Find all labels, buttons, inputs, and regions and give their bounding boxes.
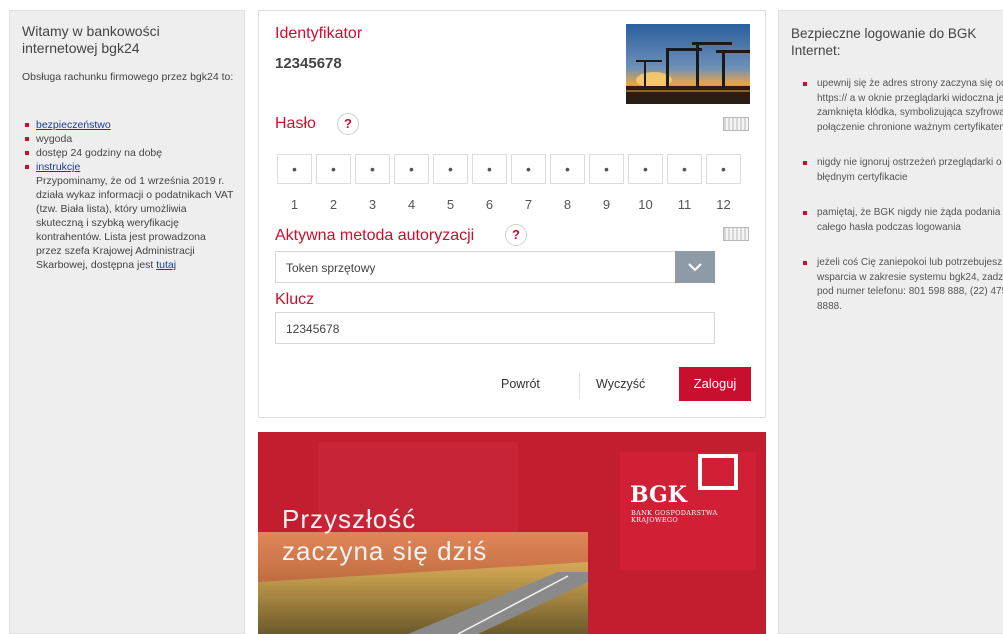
position-number: 6 [485, 197, 494, 212]
key-label: Klucz [275, 291, 315, 308]
security-tips-panel: Bezpieczne logowanie do BGK Internet: up… [778, 10, 1003, 634]
position-number: 4 [407, 197, 416, 212]
identifier-value: 12345678 [275, 55, 342, 72]
password-masked-fields: • • • • • • • • • • • • [277, 154, 741, 184]
password-char-field[interactable]: • [667, 154, 702, 184]
virtual-keyboard-icon[interactable] [723, 117, 749, 131]
bgk-square-logo-icon [698, 454, 738, 490]
security-link[interactable]: bezpieczeństwo [36, 119, 111, 131]
position-number: 9 [602, 197, 611, 212]
password-char-field[interactable]: • [511, 154, 546, 184]
auth-method-label: Aktywna metoda autoryzacji [275, 227, 475, 244]
welcome-description: Obsługa rachunku firmowego przez bgk24 t… [22, 71, 234, 83]
position-number: 5 [446, 197, 455, 212]
position-number: 10 [638, 197, 653, 212]
password-char-field[interactable]: • [706, 154, 741, 184]
port-cranes-photo [626, 24, 750, 104]
button-divider [579, 373, 580, 399]
auth-help-icon[interactable]: ? [505, 224, 527, 246]
position-number: 1 [290, 197, 299, 212]
list-item: wygoda [25, 132, 234, 146]
login-form: Identyfikator 12345678 Hasło ? • • • • •… [258, 10, 766, 418]
list-item: upewnij się że adres strony zaczyna się … [803, 77, 1003, 135]
password-char-field[interactable]: • [316, 154, 351, 184]
vat-notice: Przypominamy, że od 1 września 2019 r. d… [36, 174, 234, 272]
password-char-field[interactable]: • [433, 154, 468, 184]
promo-banner[interactable]: Przyszłość zaczyna się dziś BGK BANK GOS… [258, 432, 766, 634]
features-list: bezpieczeństwo wygoda dostęp 24 godziny … [22, 118, 234, 272]
list-item: jeżeli coś Cię zaniepokoi lub potrzebuje… [803, 256, 1003, 314]
password-char-field[interactable]: • [589, 154, 624, 184]
security-tips-title: Bezpieczne logowanie do BGK Internet: [791, 26, 977, 58]
bgk-logo-text: BGK [630, 482, 687, 508]
back-button[interactable]: Powrót [501, 377, 540, 391]
position-number: 11 [677, 197, 692, 212]
password-char-field[interactable]: • [394, 154, 429, 184]
position-number: 12 [716, 197, 731, 212]
list-item[interactable]: instrukcje Przypominamy, że od 1 wrześni… [25, 160, 234, 272]
password-char-field[interactable]: • [550, 154, 585, 184]
login-button[interactable]: Zaloguj [679, 367, 751, 401]
password-char-field[interactable]: • [277, 154, 312, 184]
auth-method-select[interactable]: Token sprzętowy [275, 251, 715, 283]
security-tips-list: upewnij się że adres strony zaczyna się … [791, 77, 1003, 314]
virtual-keyboard-icon[interactable] [723, 227, 749, 241]
list-item: dostęp 24 godziny na dobę [25, 146, 234, 160]
position-number: 2 [329, 197, 338, 212]
vat-list-link[interactable]: tutaj [156, 259, 176, 271]
position-number: 7 [524, 197, 533, 212]
list-item: nigdy nie ignoruj ostrzeżeń przeglądarki… [803, 156, 1003, 185]
password-char-field[interactable]: • [628, 154, 663, 184]
clear-button[interactable]: Wyczyść [596, 377, 645, 391]
banner-headline-1: Przyszłość [282, 504, 417, 534]
instructions-link[interactable]: instrukcje [36, 161, 80, 173]
position-number: 3 [368, 197, 377, 212]
chevron-down-icon[interactable] [675, 251, 715, 283]
banner-headline-2: zaczyna się dziś [282, 536, 488, 566]
identifier-label: Identyfikator [275, 25, 363, 42]
list-item: pamiętaj, że BGK nigdy nie żąda podania … [803, 206, 1003, 235]
welcome-title: Witamy w bankowości internetowej bgk24 [22, 23, 160, 56]
vat-notice-text: Przypominamy, że od 1 września 2019 r. d… [36, 175, 234, 271]
password-char-field[interactable]: • [472, 154, 507, 184]
list-item[interactable]: bezpieczeństwo [25, 118, 234, 132]
welcome-panel: Witamy w bankowości internetowej bgk24 O… [9, 10, 245, 634]
position-number: 8 [563, 197, 572, 212]
bgk-logo-subtitle: BANK GOSPODARSTWA KRAJOWEGO [631, 509, 718, 524]
password-help-icon[interactable]: ? [337, 113, 359, 135]
password-label: Hasło [275, 115, 316, 132]
password-char-field[interactable]: • [355, 154, 390, 184]
key-input[interactable]: 12345678 [275, 312, 715, 344]
password-position-numbers: 1 2 3 4 5 6 7 8 9 10 11 12 [277, 197, 741, 212]
